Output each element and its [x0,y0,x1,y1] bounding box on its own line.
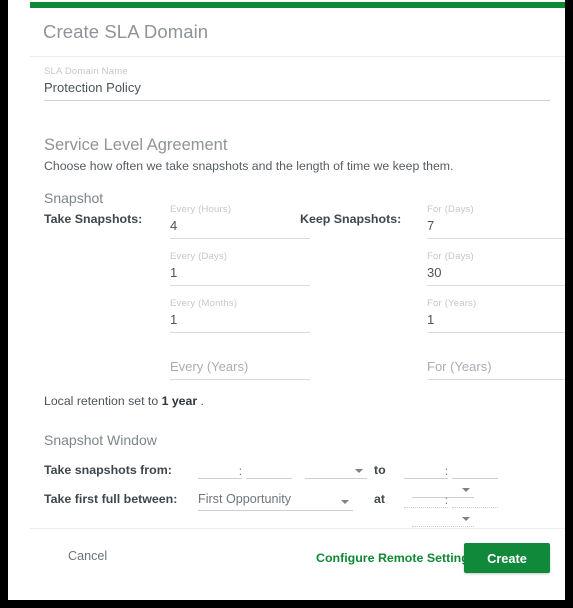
snapshot-window-heading: Snapshot Window [44,432,157,448]
field-value[interactable]: 30 [427,263,565,283]
chevron-down-icon [341,500,349,504]
sla-domain-name-label: SLA Domain Name [44,66,128,77]
first-opportunity-select[interactable]: First Opportunity [198,490,353,511]
field-label: For (Years) [427,298,477,309]
field-underline [198,478,242,479]
field-value[interactable]: 1 [170,263,310,283]
field-underline [412,526,474,527]
field-underline [304,478,367,479]
keep-snapshots-label: Keep Snapshots: [300,212,402,226]
field-value[interactable]: 1 [427,310,565,330]
service-level-agreement-heading: Service Level Agreement [44,136,228,154]
dialog-title: Create SLA Domain [43,21,209,42]
field-underline [170,238,310,239]
keep-snapshots-for-days-field[interactable]: For (Days) 7 [427,204,565,239]
take-snapshots-every-months-field[interactable]: Every (Months) 1 [170,298,310,333]
from-meridiem-select[interactable] [304,460,367,479]
take-snapshots-every-hours-field[interactable]: Every (Hours) 4 [170,204,310,239]
keep-snapshots-for-years-field[interactable]: For (Years) 1 [427,298,565,333]
retention-value: 1 year [161,394,198,408]
field-underline [427,332,565,333]
from-hour-input[interactable] [198,460,242,479]
field-label: Every (Days) [170,251,228,262]
footer-divider [30,528,565,529]
field-label [427,345,565,357]
create-button[interactable]: Create [464,543,550,573]
keep-snapshots-for-years-field-2[interactable]: For (Years) [427,345,565,380]
chevron-down-icon [354,469,363,473]
take-snapshots-every-years-field[interactable]: Every (Years) [170,345,310,380]
field-label: For (Days) [427,251,474,262]
time-separator-colon: : [444,464,449,478]
take-snapshots-every-days-field[interactable]: Every (Days) 1 [170,251,310,286]
time-separator-colon: : [238,464,243,478]
snapshot-section-heading: Snapshot [44,190,104,206]
snapshot-at-time-group[interactable]: : [404,489,565,527]
field-underline [246,478,293,479]
field-underline [170,379,310,380]
take-snapshots-label: Take Snapshots: [44,212,143,226]
to-hour-input[interactable] [404,460,448,479]
field-label [170,345,310,357]
cancel-button[interactable]: Cancel [68,549,107,563]
field-label: For (Days) [427,204,474,215]
field-placeholder: For (Years) [427,359,492,374]
field-underline [170,285,310,286]
at-meridiem-select[interactable] [412,508,474,527]
sla-domain-name-field[interactable]: SLA Domain Name Protection Policy [44,66,550,101]
field-underline [44,100,550,101]
configure-remote-settings-link[interactable]: Configure Remote Settings [316,551,476,565]
to-minute-input[interactable]: : [445,460,499,479]
take-first-full-between-label: Take first full between: [44,492,178,506]
from-minute-input[interactable]: : [239,460,293,479]
field-label: Every (Months) [170,298,238,309]
field-value[interactable]: 1 [170,310,310,330]
at-hour-input[interactable] [404,489,448,508]
field-label: Every (Hours) [170,204,232,215]
local-retention-note: Local retention set to 1 year . [44,394,204,408]
first-opportunity-value: First Opportunity [198,492,292,506]
conjunction-to: to [374,463,386,477]
field-underline [427,285,565,286]
take-snapshots-from-label: Take snapshots from: [44,463,172,477]
field-value[interactable]: 4 [170,216,310,236]
header-divider [30,56,565,57]
snapshot-from-time-group[interactable]: : [198,460,367,479]
time-separator-colon: : [444,493,449,507]
retention-suffix: . [197,394,204,408]
create-sla-domain-dialog: Create SLA Domain SLA Domain Name Protec… [30,8,565,600]
field-value[interactable]: 7 [427,216,565,236]
field-underline [170,332,310,333]
field-underline [427,238,565,239]
field-underline [198,510,353,511]
keep-snapshots-for-days-field-2[interactable]: For (Days) 30 [427,251,565,286]
sla-domain-name-value[interactable]: Protection Policy [44,78,550,98]
retention-prefix: Local retention set to [44,394,162,408]
application-root: Create SLA Domain SLA Domain Name Protec… [8,0,565,600]
field-placeholder: Every (Years) [170,359,249,374]
conjunction-at: at [374,492,386,506]
at-minute-input[interactable]: : [445,489,499,508]
field-underline [427,379,565,380]
chevron-down-icon [462,517,470,521]
service-level-agreement-subtitle: Choose how often we take snapshots and t… [44,159,454,173]
